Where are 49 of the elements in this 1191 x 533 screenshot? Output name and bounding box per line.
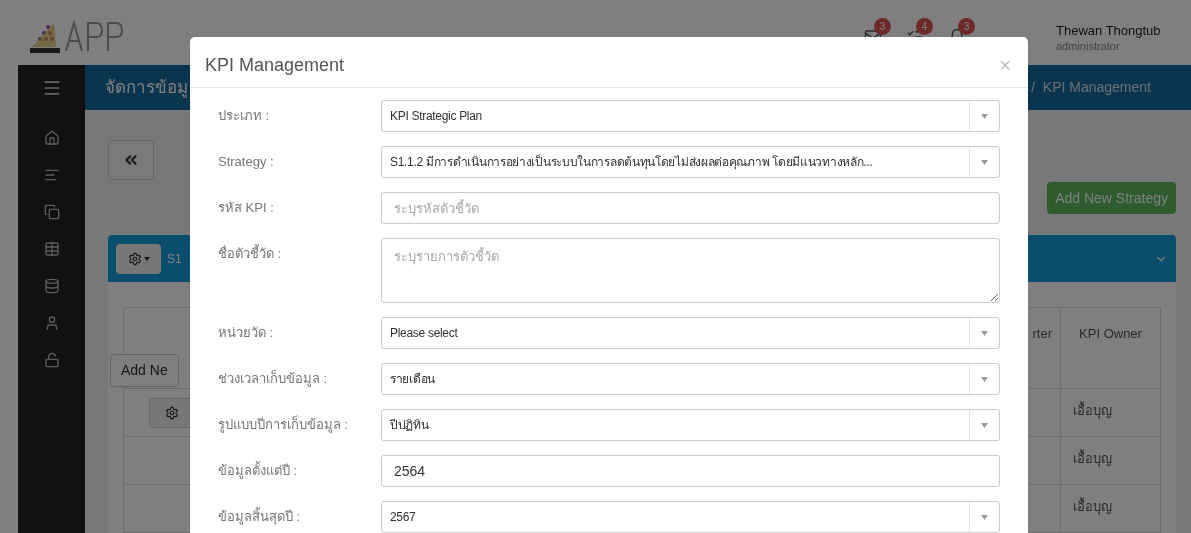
database-icon[interactable] bbox=[43, 278, 60, 294]
count-badge: 4 bbox=[916, 17, 933, 35]
modal-title: KPI Management bbox=[205, 53, 345, 77]
copy-icon[interactable] bbox=[43, 204, 60, 220]
caret-icon bbox=[981, 422, 988, 428]
field-label: Strategy : bbox=[218, 153, 275, 171]
table-icon[interactable] bbox=[43, 241, 60, 257]
count-badge: 3 bbox=[874, 17, 891, 35]
field-label: ช่วงเวลาเก็บข้อมูล : bbox=[218, 368, 329, 389]
caret-icon bbox=[143, 256, 150, 261]
field-label: ข้อมูลตั้งแต่ปี : bbox=[218, 460, 299, 481]
input-field[interactable]: ระบุรหัสตัวชี้วัด bbox=[381, 192, 1000, 224]
field-label: ชื่อตัวชี้วัด : bbox=[218, 243, 283, 263]
table-cell: เอื้อบุญ bbox=[1060, 436, 1160, 484]
select-field[interactable]: S1.1.2 มีการดำเนินการอย่างเป็นระบบในการลดต้นทุนโดยไม่ส่งผลต่อคุณภาพ โดยมีแนวทางหลัก... bbox=[381, 146, 1000, 178]
column-header: KPI Owner bbox=[1060, 308, 1160, 388]
caret-icon bbox=[981, 330, 988, 336]
field-label: หน่วยวัด : bbox=[218, 324, 275, 342]
input-field[interactable]: 2564 bbox=[381, 455, 1000, 487]
caret-icon bbox=[981, 113, 988, 119]
home-icon[interactable] bbox=[43, 130, 60, 146]
select-field[interactable]: รายเดือน bbox=[381, 363, 1000, 395]
text-area[interactable]: ระบุรายการตัวชี้วัด bbox=[381, 238, 1000, 303]
field-label: ประเภท : bbox=[218, 107, 271, 125]
field-label: รหัส KPI : bbox=[218, 199, 275, 217]
back-button[interactable] bbox=[108, 140, 154, 180]
select-field[interactable]: KPI Strategic Plan bbox=[381, 100, 1000, 132]
settings-icon bbox=[164, 405, 179, 420]
table-cell: เอื้อบุญ bbox=[1060, 484, 1160, 532]
breadcrumb: / KPI Management bbox=[1031, 78, 1151, 97]
field-label: ข้อมูลสิ้นสุดปี : bbox=[218, 506, 302, 527]
caret-icon bbox=[981, 514, 988, 520]
select-field[interactable]: 2567 bbox=[381, 501, 1000, 533]
caret-icon bbox=[981, 376, 988, 382]
select-field[interactable]: ปีปฏิทิน bbox=[381, 409, 1000, 441]
select-field[interactable]: Please select bbox=[381, 317, 1000, 349]
caret-icon bbox=[981, 159, 988, 165]
page-title: จัดการข้อมู bbox=[105, 76, 188, 100]
settings-dropdown[interactable] bbox=[116, 243, 161, 274]
panel-title: S1 bbox=[167, 250, 182, 268]
field-label: รูปแบบปีการเก็บข้อมูล : bbox=[218, 414, 350, 435]
add-button[interactable]: Add Ne bbox=[110, 354, 179, 387]
table-cell: เอื้อบุญ bbox=[1060, 388, 1160, 436]
unlock-icon[interactable] bbox=[43, 352, 60, 368]
settings-icon bbox=[127, 251, 142, 266]
user-name: Thewan Thongtub bbox=[1056, 22, 1162, 41]
count-badge: 3 bbox=[958, 17, 975, 35]
user-role: administrator bbox=[1056, 40, 1121, 52]
list-icon[interactable] bbox=[43, 167, 60, 183]
